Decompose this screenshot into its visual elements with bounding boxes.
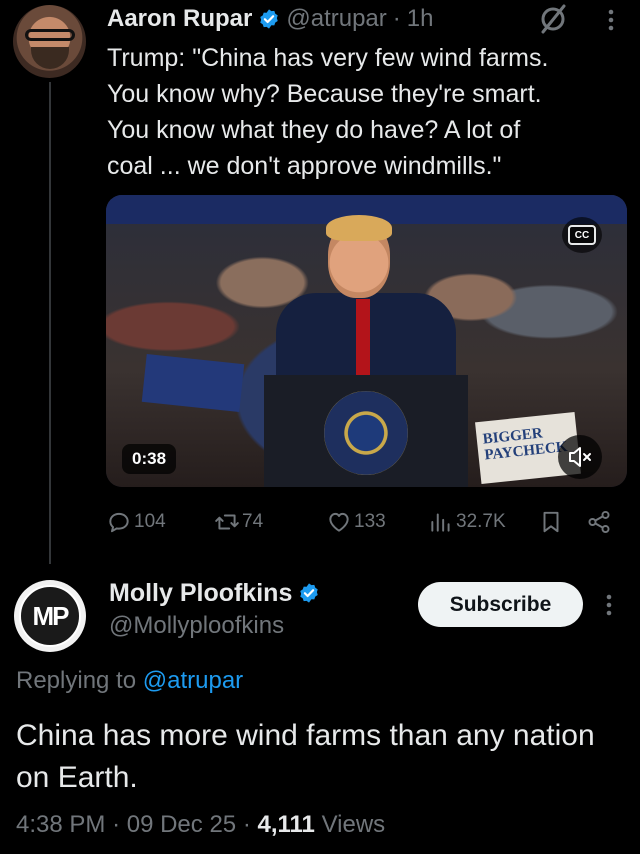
reply-metadata: 4:38 PM · 09 Dec 25 · 4,111 Views — [16, 811, 385, 839]
paycheck-sign-text: BIGGER PAYCHECK — [482, 425, 569, 464]
tweet-header: Aaron Rupar @atrupar · 1h — [107, 2, 433, 36]
author-handle[interactable]: @atrupar — [286, 5, 386, 33]
share-icon — [588, 510, 610, 534]
reply-icon — [109, 512, 129, 533]
grok-icon[interactable] — [537, 4, 569, 34]
video-duration: 0:38 — [122, 444, 177, 474]
mute-icon — [569, 447, 591, 467]
more-icon[interactable] — [600, 6, 622, 34]
mute-button[interactable] — [558, 435, 602, 479]
like-count: 133 — [354, 511, 386, 532]
views-count: 32.7K — [456, 511, 506, 532]
reply-author-handle[interactable]: @Mollyploofkins — [109, 610, 326, 642]
avatar-aaron-rupar[interactable] — [13, 5, 86, 78]
avatar-logo: MP — [19, 585, 81, 647]
reply-views-label: Views — [321, 811, 386, 838]
avatar-glasses — [25, 29, 75, 41]
replying-to-mention[interactable]: @atrupar — [143, 667, 243, 694]
repost-button[interactable]: 74 — [214, 504, 263, 540]
tweet-action-bar: 104 74 133 32.7K — [106, 504, 626, 540]
more-icon[interactable] — [598, 590, 620, 620]
reply-count: 104 — [134, 511, 166, 532]
speaker-tie — [356, 299, 370, 379]
verified-badge-icon — [300, 583, 319, 603]
separator-dot: · — [242, 811, 251, 838]
replying-prefix: Replying to — [16, 667, 137, 694]
tweet-text: Trump: "China has very few wind farms. Y… — [107, 44, 549, 180]
reply-views-count: 4,111 — [257, 811, 315, 838]
repost-icon — [215, 514, 239, 530]
separator-dot: · — [392, 5, 401, 32]
views-button[interactable]: 32.7K — [428, 504, 506, 540]
presidential-seal — [324, 391, 408, 475]
reply-button[interactable]: 104 — [106, 504, 166, 540]
author-name[interactable]: Aaron Rupar — [107, 5, 252, 33]
like-button[interactable]: 133 — [326, 504, 386, 540]
reply-time[interactable]: 4:38 PM — [16, 811, 105, 838]
views-icon — [431, 513, 450, 532]
reply-date[interactable]: 09 Dec 25 — [127, 811, 236, 838]
reply-author-name[interactable]: Molly Ploofkins — [109, 579, 292, 608]
speaker-hair — [326, 215, 392, 241]
crowd-sign — [141, 354, 245, 412]
reply-author-row: Molly Ploofkins — [109, 576, 326, 610]
bookmark-icon — [543, 511, 559, 533]
closed-captions-icon[interactable]: CC — [568, 225, 596, 245]
like-icon — [329, 512, 349, 532]
share-button[interactable] — [586, 504, 614, 540]
separator-dot: · — [112, 811, 121, 838]
tweet-time[interactable]: 1h — [407, 5, 434, 33]
avatar-molly-ploofkins[interactable]: MP — [14, 580, 86, 652]
verified-badge-icon — [260, 9, 279, 29]
video-player[interactable]: BIGGER PAYCHECK CC 0:38 — [106, 195, 627, 487]
subscribe-button[interactable]: Subscribe — [418, 582, 583, 627]
repost-count: 74 — [242, 511, 264, 532]
replying-to-line: Replying to @atrupar — [16, 667, 243, 695]
avatar-beard — [31, 47, 69, 69]
reply-text: China has more wind farms than any natio… — [16, 719, 595, 794]
reply-header: Molly Ploofkins @Mollyploofkins — [109, 576, 326, 642]
bookmark-button[interactable] — [538, 504, 566, 540]
thread-line — [49, 82, 51, 564]
